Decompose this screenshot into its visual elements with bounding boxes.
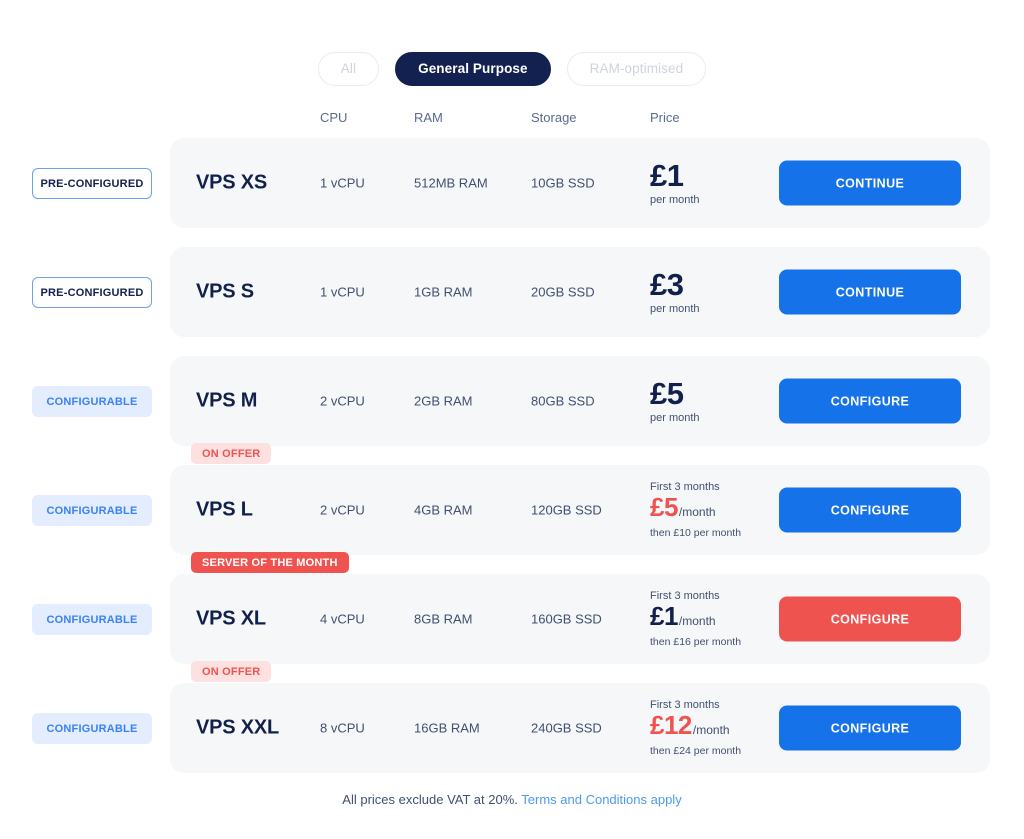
plan-name: VPS M: [196, 389, 258, 412]
price-amount: £1: [650, 601, 678, 631]
plan-spec-ram: 4GB RAM: [414, 502, 473, 518]
price-amount: £5: [650, 376, 684, 411]
plan-spec-storage: 80GB SSD: [531, 393, 595, 409]
column-header-storage: Storage: [531, 110, 577, 125]
plan-list: PRE-CONFIGURED VPS XS 1 vCPU 512MB RAM 10GB …: [0, 138, 1024, 773]
plan-price: £3 per month: [650, 269, 700, 315]
column-header-ram: RAM: [414, 110, 443, 125]
price-amount: £5: [650, 492, 678, 522]
plan-card: VPS S 1 vCPU 1GB RAM 20GB SSD £3 per month CON…: [170, 247, 990, 337]
plan-row: PRE-CONFIGURED VPS S 1 vCPU 1GB RAM 20GB SSD…: [0, 247, 1024, 337]
column-header-price: Price: [650, 110, 680, 125]
plan-spec-ram: 2GB RAM: [414, 393, 473, 409]
plan-row: CONFIGURABLE VPS M 2 vCPU 2GB RAM 80GB SSD £5…: [0, 356, 1024, 446]
price-period: per month: [650, 412, 700, 424]
plan-type-label[interactable]: CONFIGURABLE: [32, 494, 152, 526]
plan-spec-cpu: 2 vCPU: [320, 393, 365, 409]
plan-price: £1 per month: [650, 160, 700, 206]
plan-card: SERVER OF THE MONTH VPS XL 4 vCPU 8GB RAM 16…: [170, 552, 990, 664]
plan-filter-tabs: All General Purpose RAM-optimised: [0, 0, 1024, 86]
plan-cta-button[interactable]: CONTINUE: [779, 160, 961, 206]
plan-spec-cpu: 8 vCPU: [320, 720, 365, 736]
plan-row: CONFIGURABLE ON OFFER VPS XXL 8 vCPU 16GB RA…: [0, 661, 1024, 773]
pricing-page: All General Purpose RAM-optimised CPU RAM …: [0, 0, 1024, 839]
plan-spec-storage: 240GB SSD: [531, 720, 602, 736]
plan-name: VPS L: [196, 498, 253, 521]
plan-cta-button[interactable]: CONFIGURE: [779, 705, 961, 751]
plan-cta-button[interactable]: CONFIGURE: [779, 378, 961, 424]
plan-card: ON OFFER VPS XXL 8 vCPU 16GB RAM 240GB SSD Fi…: [170, 661, 990, 773]
price-renewal-note: then £24 per month: [650, 745, 742, 757]
plan-name: VPS XL: [196, 607, 266, 630]
plan-spec-cpu: 1 vCPU: [320, 175, 365, 191]
filter-tab-ram-optimised[interactable]: RAM-optimised: [566, 52, 707, 86]
price-period: /month: [692, 723, 730, 737]
price-period: /month: [678, 614, 716, 628]
plan-type-label[interactable]: CONFIGURABLE: [32, 385, 152, 417]
plan-spec-ram: 512MB RAM: [414, 175, 488, 191]
plan-spec-ram: 8GB RAM: [414, 611, 473, 627]
plan-spec-storage: 20GB SSD: [531, 284, 595, 300]
plan-badge: ON OFFER: [191, 661, 272, 682]
plan-card: VPS M 2 vCPU 2GB RAM 80GB SSD £5 per month CON…: [170, 356, 990, 446]
footer-note: All prices exclude VAT at 20%. Terms and…: [0, 792, 1024, 807]
column-header-cpu: CPU: [320, 110, 348, 125]
plan-price: First 3 months £1/month then £16 per month: [650, 590, 741, 648]
price-period: /month: [678, 505, 716, 519]
plan-spec-ram: 1GB RAM: [414, 284, 473, 300]
plan-type-label[interactable]: PRE-CONFIGURED: [32, 276, 152, 308]
price-period: per month: [650, 303, 700, 315]
filter-tab-all[interactable]: All: [317, 52, 380, 86]
price-amount: £12: [650, 710, 692, 740]
plan-spec-storage: 120GB SSD: [531, 502, 602, 518]
price-amount: £1: [650, 158, 684, 193]
price-renewal-note: then £16 per month: [650, 636, 742, 648]
plan-card: VPS XS 1 vCPU 512MB RAM 10GB SSD £1 per month…: [170, 138, 990, 228]
price-amount: £3: [650, 267, 684, 302]
plan-spec-ram: 16GB RAM: [414, 720, 480, 736]
plan-spec-storage: 160GB SSD: [531, 611, 602, 627]
plan-price: First 3 months £12/month then £24 per mont…: [650, 699, 741, 757]
plan-price: First 3 months £5/month then £10 per month: [650, 481, 741, 539]
plan-spec-storage: 10GB SSD: [531, 175, 595, 191]
plan-row: PRE-CONFIGURED VPS XS 1 vCPU 512MB RAM 10GB …: [0, 138, 1024, 228]
plan-badge: SERVER OF THE MONTH: [191, 552, 349, 573]
plan-cta-button[interactable]: CONFIGURE: [779, 596, 961, 642]
plan-name: VPS XXL: [196, 716, 280, 739]
plan-card: ON OFFER VPS L2 vCPU 4GB RAM 120GB SSD First…: [170, 443, 990, 555]
column-headers: CPU RAM Storage Price: [0, 104, 1024, 138]
plan-price: £5 per month: [650, 378, 700, 424]
plan-spec-cpu: 4 vCPU: [320, 611, 365, 627]
plan-name: VPS S: [196, 280, 254, 303]
plan-spec-cpu: 2 vCPU: [320, 502, 365, 518]
filter-tab-general-purpose[interactable]: General Purpose: [395, 52, 551, 86]
plan-row: CONFIGURABLE ON OFFER VPS L 2 vCPU 4GB RAM 12…: [0, 443, 1024, 555]
plan-spec-cpu: 1 vCPU: [320, 284, 365, 300]
plan-name: VPS XS: [196, 171, 268, 194]
price-period: per month: [650, 194, 700, 206]
price-renewal-note: then £10 per month: [650, 527, 742, 539]
footer-vat-text: All prices exclude VAT at 20%.: [342, 792, 518, 807]
plan-type-label[interactable]: CONFIGURABLE: [32, 603, 152, 635]
terms-and-conditions-link[interactable]: Terms and Conditions apply: [521, 792, 681, 807]
plan-type-label[interactable]: PRE-CONFIGURED: [32, 167, 152, 199]
plan-cta-button[interactable]: CONFIGURE: [779, 487, 961, 533]
plan-row: CONFIGURABLE SERVER OF THE MONTH VPS XL 4 v…: [0, 552, 1024, 664]
plan-cta-button[interactable]: CONTINUE: [779, 269, 961, 315]
plan-badge: ON OFFER: [191, 443, 272, 464]
plan-type-label[interactable]: CONFIGURABLE: [32, 712, 152, 744]
